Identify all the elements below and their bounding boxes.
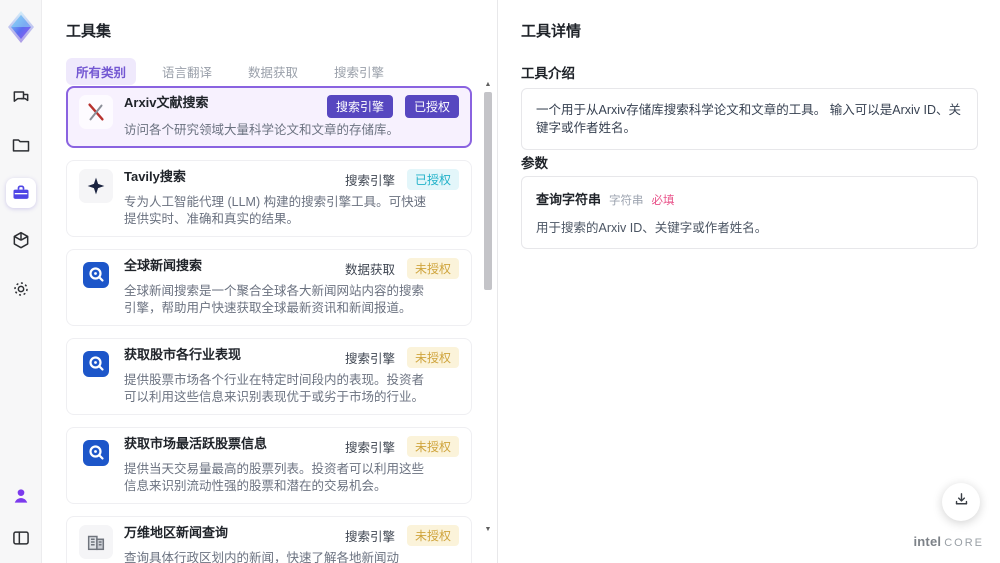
arxiv-icon — [79, 95, 113, 129]
cube-icon — [11, 231, 31, 251]
category-badge: 搜索引擎 — [344, 174, 395, 188]
tool-card-tavily[interactable]: Tavily搜索 搜索引擎 已授权 专为人工智能代理 (LLM) 构建的搜索引擎… — [66, 160, 472, 237]
status-badge: 已授权 — [406, 169, 459, 190]
tool-card-list: Arxiv文献搜索 搜索引擎 已授权 访问各个研究领域大量科学论文和文章的存储库… — [66, 86, 472, 563]
status-badge: 已授权 — [404, 95, 459, 118]
page-title: 工具集 — [66, 23, 112, 40]
scrollbar-up-arrow[interactable]: ▲ — [483, 80, 493, 90]
status-badge: 未授权 — [406, 258, 459, 279]
folder-icon — [11, 135, 31, 155]
intro-box: 一个用于从Arxiv存储库搜索科学论文和文章的工具。 输入可以是Arxiv ID… — [521, 88, 978, 150]
tool-card-active-stocks[interactable]: 获取市场最活跃股票信息 搜索引擎 未授权 提供当天交易量最高的股票列表。投资者可… — [66, 427, 472, 504]
blue-search-icon — [79, 258, 113, 292]
detail-title: 工具详情 — [521, 23, 582, 40]
scrollbar-thumb[interactable] — [484, 92, 492, 290]
tool-list-panel: 工具集 所有类别 语言翻译 数据获取 搜索引擎 Arxiv文献搜索 搜索引擎 已… — [42, 0, 498, 563]
region-news-icon — [79, 525, 113, 559]
app-logo — [7, 11, 34, 43]
category-badge: 数据获取 — [344, 263, 395, 277]
user-icon — [11, 486, 31, 506]
intel-core-logo: intel core — [913, 534, 984, 549]
blue-search-icon — [79, 436, 113, 470]
gear-icon — [11, 279, 31, 299]
params-heading: 参数 — [521, 156, 548, 171]
tavily-star-icon — [79, 169, 113, 203]
tab-all-categories[interactable]: 所有类别 — [66, 58, 137, 85]
tab-search-engine[interactable]: 搜索引擎 — [324, 58, 394, 85]
sidebar-item-files[interactable] — [6, 130, 36, 160]
tool-title: 万维地区新闻查询 — [124, 525, 229, 540]
list-scrollbar: ▲ ▼ — [483, 80, 493, 535]
status-badge: 未授权 — [406, 347, 459, 368]
download-button[interactable] — [942, 483, 980, 521]
tool-description: 提供当天交易量最高的股票列表。投资者可以利用这些信息来识别流动性强的股票和潜在的… — [124, 462, 425, 493]
tool-title: 获取市场最活跃股票信息 — [124, 436, 268, 451]
status-badge: 未授权 — [406, 525, 459, 546]
category-tabs: 所有类别 语言翻译 数据获取 搜索引擎 — [66, 58, 394, 85]
app-sidebar — [0, 0, 42, 563]
scrollbar-down-arrow[interactable]: ▼ — [483, 525, 493, 535]
status-badge: 未授权 — [406, 436, 459, 457]
category-badge: 搜索引擎 — [344, 530, 395, 544]
tool-title: Arxiv文献搜索 — [124, 95, 209, 110]
tool-detail-panel: 工具详情 工具介绍 一个用于从Arxiv存储库搜索科学论文和文章的工具。 输入可… — [499, 0, 1000, 563]
tool-card-global-news[interactable]: 全球新闻搜索 数据获取 未授权 全球新闻搜索是一个聚合全球各大新闻网站内容的搜索… — [66, 249, 472, 326]
param-required-badge: 必填 — [651, 195, 675, 207]
tab-language-translation[interactable]: 语言翻译 — [152, 58, 222, 85]
sidebar-item-packages[interactable] — [6, 226, 36, 256]
panel-toggle-icon — [11, 528, 31, 548]
param-card: 查询字符串 字符串 必填 用于搜索的Arxiv ID、关键字或作者姓名。 — [521, 176, 978, 249]
sidebar-item-tools[interactable] — [5, 178, 36, 208]
param-name: 查询字符串 — [536, 192, 602, 207]
panel-toggle-button[interactable] — [6, 523, 36, 553]
tool-title: 获取股市各行业表现 — [124, 347, 242, 362]
tool-description: 提供股票市场各个行业在特定时间段内的表现。投资者可以利用这些信息来识别表现优于或… — [124, 373, 425, 404]
tab-data-fetch[interactable]: 数据获取 — [238, 58, 308, 85]
briefcase-icon — [11, 183, 31, 203]
user-avatar-button[interactable] — [6, 481, 36, 511]
sidebar-item-chat[interactable] — [6, 82, 36, 112]
tool-card-arxiv[interactable]: Arxiv文献搜索 搜索引擎 已授权 访问各个研究领域大量科学论文和文章的存储库… — [66, 86, 472, 148]
intro-heading: 工具介绍 — [521, 66, 575, 81]
param-description: 用于搜索的Arxiv ID、关键字或作者姓名。 — [536, 221, 768, 235]
category-badge: 搜索引擎 — [326, 95, 393, 118]
tool-card-stock-sectors[interactable]: 获取股市各行业表现 搜索引擎 未授权 提供股票市场各个行业在特定时间段内的表现。… — [66, 338, 472, 415]
param-type: 字符串 — [609, 195, 644, 207]
category-badge: 搜索引擎 — [344, 441, 395, 455]
sidebar-item-settings[interactable] — [6, 274, 36, 304]
tool-description: 全球新闻搜索是一个聚合全球各大新闻网站内容的搜索引擎，帮助用户快速获取全球最新资… — [124, 284, 425, 315]
tool-card-region-news[interactable]: 万维地区新闻查询 搜索引擎 未授权 查询具体行政区划内的新闻，快速了解各地新闻动 — [66, 516, 472, 563]
tool-title: 全球新闻搜索 — [124, 258, 203, 273]
tool-description: 专为人工智能代理 (LLM) 构建的搜索引擎工具。可快速提供实时、准确和真实的结… — [124, 195, 427, 226]
tool-description: 访问各个研究领域大量科学论文和文章的存储库。 — [124, 123, 400, 137]
chat-icon — [11, 87, 31, 107]
blue-search-icon — [79, 347, 113, 381]
download-icon — [953, 491, 970, 513]
tool-description: 查询具体行政区划内的新闻，快速了解各地新闻动 — [124, 551, 400, 563]
tool-title: Tavily搜索 — [124, 169, 186, 184]
category-badge: 搜索引擎 — [344, 352, 395, 366]
